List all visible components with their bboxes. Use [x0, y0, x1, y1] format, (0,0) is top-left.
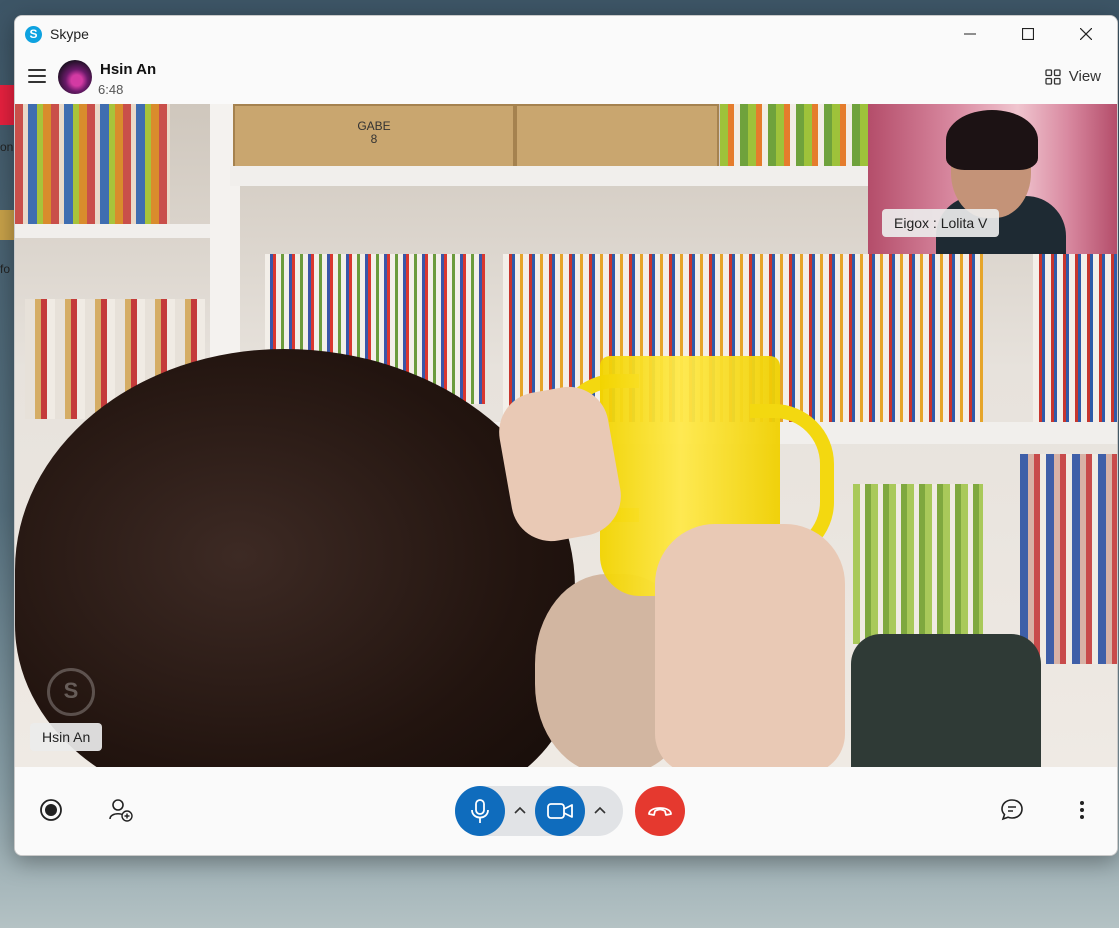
bookshelf [15, 104, 170, 234]
more-options-button[interactable] [1067, 795, 1097, 825]
grid-view-icon [1045, 68, 1061, 85]
camera-options-button[interactable] [590, 800, 610, 820]
chat-icon [1001, 799, 1023, 821]
call-header: Hsin An 6:48 View [15, 52, 1117, 104]
shelf-board [15, 224, 215, 238]
menu-icon[interactable] [28, 69, 46, 83]
desktop-text: fo [0, 262, 11, 276]
view-button[interactable]: View [1045, 68, 1101, 85]
more-options-icon [1080, 801, 1084, 819]
skype-window: S Skype Hsin An 6:48 View GABE 8 S Hsin … [14, 15, 1118, 856]
bookshelf [853, 484, 983, 644]
minimize-icon [964, 33, 976, 35]
remote-person-hair [946, 110, 1038, 170]
desktop-app-strip [0, 85, 14, 125]
skype-logo-icon: S [25, 26, 42, 43]
remote-video-tile[interactable]: Eigox : Lolita V [868, 104, 1117, 254]
desktop-text: on [0, 140, 14, 154]
skype-watermark-icon: S [47, 668, 95, 716]
add-person-icon [109, 799, 133, 822]
title-bar: S Skype [15, 16, 1117, 52]
bookshelf [1020, 454, 1117, 664]
view-label: View [1068, 68, 1101, 85]
chevron-up-icon [514, 806, 526, 814]
contact-name[interactable]: Hsin An [100, 61, 156, 78]
chat-button[interactable] [997, 795, 1027, 825]
chevron-up-icon [594, 806, 606, 814]
main-participant-tag: Hsin An [30, 723, 103, 751]
record-button[interactable] [36, 795, 66, 825]
call-duration: 6:48 [98, 82, 124, 97]
remote-participant-tag: Eigox : Lolita V [882, 209, 1000, 237]
video-camera-icon [547, 803, 573, 819]
camera-button[interactable] [535, 786, 585, 836]
minimize-button[interactable] [941, 16, 999, 52]
microphone-button[interactable] [455, 786, 505, 836]
close-button[interactable] [1057, 16, 1115, 52]
avatar[interactable] [58, 60, 92, 94]
maximize-icon [1022, 28, 1034, 40]
bookshelf [720, 104, 870, 169]
app-title: Skype [50, 26, 89, 42]
call-controls [15, 767, 1117, 855]
microphone-icon [471, 799, 489, 823]
bookshelf [1033, 254, 1117, 424]
close-icon [1080, 28, 1092, 40]
maximize-button[interactable] [999, 16, 1057, 52]
clothes-pile [851, 634, 1041, 767]
record-icon [40, 799, 62, 821]
crate-label: GABE 8 [357, 119, 391, 146]
mic-options-button[interactable] [510, 800, 530, 820]
hang-up-button[interactable] [635, 786, 685, 836]
wooden-crate [515, 104, 719, 168]
person-hand [655, 524, 845, 767]
wooden-crate: GABE 8 [233, 104, 515, 168]
add-people-button[interactable] [106, 795, 136, 825]
video-stage[interactable]: GABE 8 S Hsin An Eigox : Lolita V [15, 104, 1117, 767]
hang-up-icon [648, 807, 672, 816]
desktop-app-strip [0, 210, 14, 240]
